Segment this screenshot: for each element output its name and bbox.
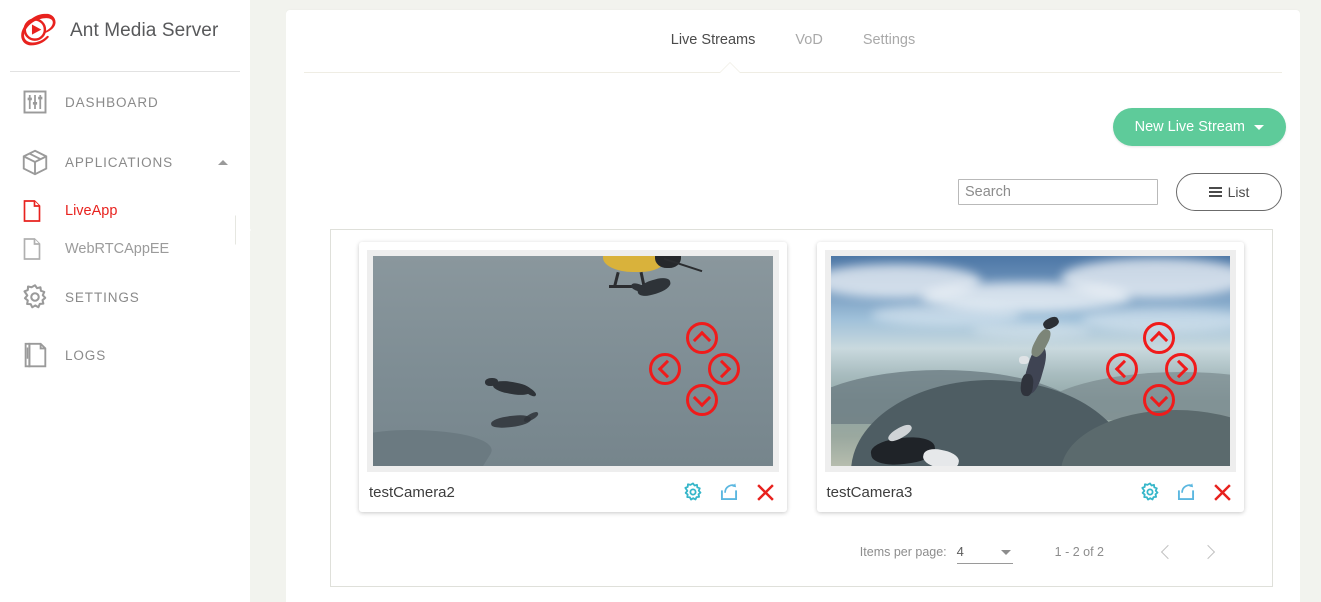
stream-name: testCamera2 [369,483,455,501]
chevron-right-icon [1200,544,1216,560]
chevron-down-circle-icon [1149,388,1169,408]
paginator: Items per page: 4 1 - 2 of 2 [331,524,1272,580]
stream-settings-button[interactable] [682,481,704,503]
chevron-up-icon[interactable] [218,160,228,165]
stream-card-footer: testCamera2 [367,472,779,512]
main-panel: Live Streams VoD Settings New Live Strea… [286,10,1300,602]
list-view-label: List [1227,184,1250,200]
stream-grid-container: testCamera2 testCamera3 Items per page: … [330,229,1273,587]
ptz-up-button[interactable] [1143,322,1175,354]
sidebar-item-label: SETTINGS [65,289,140,305]
brand-name: Ant Media Server [70,20,219,41]
stream-cards: testCamera2 testCamera3 [331,242,1272,512]
active-tab-pointer [720,63,740,73]
hamburger-icon [1208,187,1222,197]
ptz-left-button[interactable] [1106,353,1138,385]
file-icon [18,197,46,225]
chevron-right-circle-icon [712,359,731,379]
tab-bar: Live Streams VoD Settings [286,10,1300,70]
file-icon [18,235,46,263]
sidebar-item-dashboard[interactable]: DASHBOARD [0,72,250,132]
tab-live-streams[interactable]: Live Streams [651,32,776,48]
chevron-up-circle-icon [692,330,711,350]
tab-settings[interactable]: Settings [843,32,935,48]
ptz-right-button[interactable] [707,353,740,385]
active-app-pointer [236,215,251,245]
new-live-stream-label: New Live Stream [1134,119,1245,135]
stream-card-footer: testCamera3 [825,472,1237,512]
chevron-left-icon [1160,544,1176,560]
ptz-controls [1106,322,1212,428]
stream-thumbnail[interactable] [367,250,779,472]
chevron-right-circle-icon [1169,359,1189,379]
sidebar-item-label: LOGS [65,347,107,363]
sidebar-item-label: WebRTCAppEE [65,241,170,257]
new-live-stream-button[interactable]: New Live Stream [1112,108,1286,146]
sidebar-gutter [250,0,286,602]
chevron-left-circle-icon [657,359,676,379]
chevron-up-circle-icon [1149,330,1169,350]
sidebar-item-logs[interactable]: LOGS [0,326,250,384]
caret-down-icon [1254,124,1264,130]
sidebar-item-settings[interactable]: SETTINGS [0,268,250,326]
box-icon [18,145,52,179]
gear-icon [18,280,52,314]
brand-logo[interactable]: Ant Media Server [0,0,250,62]
stream-card[interactable]: testCamera3 [816,242,1244,512]
log-file-icon [18,338,52,372]
stream-card[interactable]: testCamera2 [359,242,787,512]
stream-actions [682,481,777,504]
previous-page-button[interactable] [1148,532,1188,572]
chevron-down-circle-icon [692,388,711,408]
sidebar: Ant Media Server DASHBOARD APPLICATIONS … [0,0,250,602]
sidebar-item-applications[interactable]: APPLICATIONS [0,132,250,192]
caret-down-icon [1000,549,1011,555]
items-per-page-value: 4 [956,544,964,559]
sidebar-item-label: LiveApp [65,203,118,219]
sidebar-item-webrtcappee[interactable]: WebRTCAppEE [0,230,250,268]
stream-publish-button[interactable] [1175,481,1197,503]
tab-vod[interactable]: VoD [775,32,842,48]
stream-delete-button[interactable] [754,481,777,504]
page-right-gutter [1300,0,1321,602]
sidebar-item-label: APPLICATIONS [65,154,174,170]
search-input[interactable] [958,179,1158,205]
search-row: List [286,146,1300,211]
sliders-icon [18,85,52,119]
ptz-down-button[interactable] [685,384,718,416]
items-per-page-select[interactable]: 4 [956,541,1013,564]
items-per-page-label: Items per page: [859,545,947,559]
stream-settings-button[interactable] [1139,481,1161,503]
page-range-label: 1 - 2 of 2 [1054,545,1104,559]
ptz-down-button[interactable] [1143,384,1175,416]
stream-actions [1139,481,1234,504]
list-view-button[interactable]: List [1176,173,1282,211]
sidebar-item-liveapp[interactable]: LiveApp [0,192,250,230]
ptz-controls [648,322,755,428]
stream-thumbnail[interactable] [824,250,1236,472]
ptz-left-button[interactable] [648,353,681,385]
tab-underline [304,72,1282,73]
chevron-left-circle-icon [1114,359,1134,379]
ptz-right-button[interactable] [1165,353,1197,385]
stream-delete-button[interactable] [1211,481,1234,504]
stream-publish-button[interactable] [718,481,740,503]
next-page-button[interactable] [1188,532,1228,572]
stream-name: testCamera3 [826,483,913,501]
ant-media-logo-icon [14,8,60,54]
new-stream-row: New Live Stream [286,70,1300,146]
sidebar-item-label: DASHBOARD [65,94,159,110]
ptz-up-button[interactable] [685,322,718,354]
